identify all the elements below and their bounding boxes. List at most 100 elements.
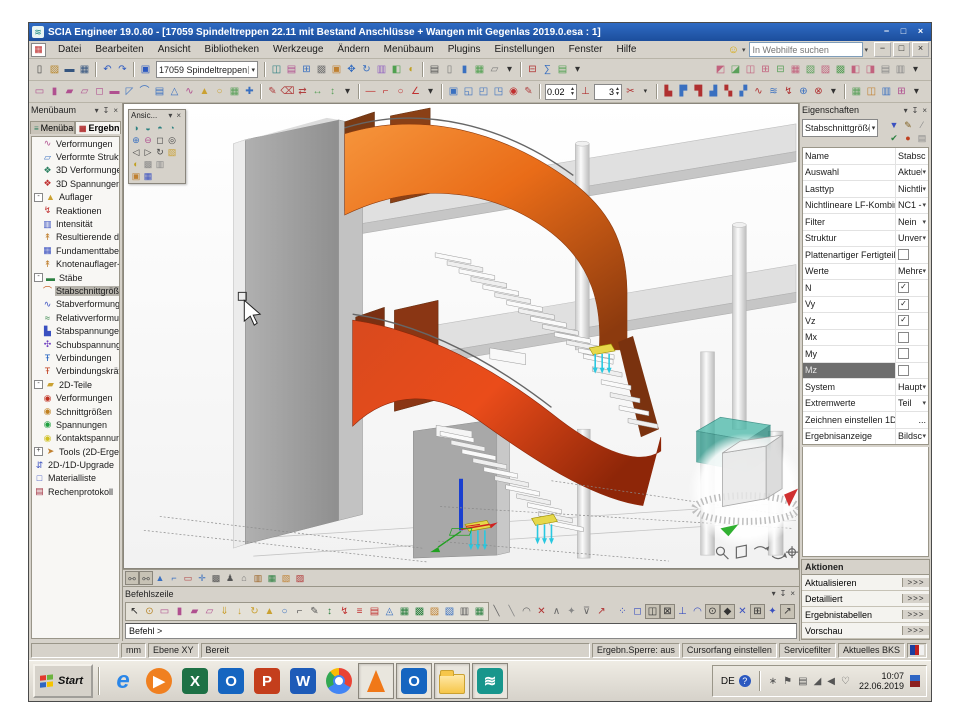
menu-plugins[interactable]: Plugins xyxy=(441,42,488,57)
result-filter-3-icon[interactable]: ◫ xyxy=(743,62,758,77)
line-icon[interactable]: — xyxy=(363,84,378,99)
apply-brush-icon[interactable]: ✔ xyxy=(887,132,901,145)
zoom-next-icon[interactable]: ▷ xyxy=(142,146,154,158)
snap-line-icon[interactable]: ╲ xyxy=(489,604,504,619)
property-row[interactable]: WerteMehrere Kom.▾ xyxy=(803,264,928,281)
property-value[interactable]: Stabschnittgr... xyxy=(896,151,928,161)
tree-item[interactable]: ↯Reaktionen xyxy=(32,204,119,217)
column-member-icon[interactable]: ▮ xyxy=(47,84,62,99)
rib-icon[interactable]: ▬ xyxy=(107,84,122,99)
tree-item[interactable]: ▱Verformte Struktur xyxy=(32,150,119,163)
result-filter-1-icon[interactable]: ◩ xyxy=(713,62,728,77)
mdi-document-icon[interactable]: ▦ xyxy=(31,43,46,57)
cut-icon[interactable]: ✂ xyxy=(623,84,638,99)
close-button[interactable]: × xyxy=(912,42,929,57)
webhelp-dropdown-icon[interactable]: ▾ xyxy=(864,46,868,54)
tree-item[interactable]: -▬Stäbe xyxy=(32,271,119,284)
slash-icon[interactable]: ⁄ xyxy=(915,119,929,132)
snap-ortho-icon[interactable]: ⊞ xyxy=(750,604,765,619)
tree-item[interactable]: ▤Rechenprotokoll xyxy=(32,485,119,498)
print-preview-icon[interactable]: ▯ xyxy=(442,62,457,77)
temp-load-icon[interactable]: ◬ xyxy=(382,604,397,619)
command-input[interactable] xyxy=(125,623,797,639)
property-value[interactable]: Unverformt▾ xyxy=(896,233,928,243)
gallery-cmd-icon[interactable]: ▦ xyxy=(472,604,487,619)
action-more-button[interactable]: >>> xyxy=(902,626,929,635)
property-row[interactable]: Nichtlineare LF-Kombina...NC1 - Y=1.0▾ xyxy=(803,198,928,215)
taskbar-outlook[interactable]: O xyxy=(214,664,248,698)
shadows-icon[interactable]: ♟ xyxy=(223,571,237,585)
snap-x-icon[interactable]: ✕ xyxy=(534,604,549,619)
result-n-icon[interactable]: ▙ xyxy=(661,84,676,99)
3d-viewport[interactable]: Ansic...▾× ◑◒◓◔⊕⊖◻◎◁▷↻▧◐▩▥▣▦ xyxy=(123,103,799,569)
draw-more-icon[interactable]: ▾ xyxy=(423,84,438,99)
menu-hilfe[interactable]: Hilfe xyxy=(609,42,643,57)
tree-item[interactable]: ⇵2D-/1D-Upgrade xyxy=(32,458,119,471)
property-row[interactable]: AuswahlAktuell▾ xyxy=(803,165,928,182)
member-check-icon[interactable]: ◫ xyxy=(864,84,879,99)
view-palette[interactable]: Ansic...▾× ◑◒◓◔⊕⊖◻◎◁▷↻▧◐▩▥▣▦ xyxy=(128,109,186,184)
tree-expand-icon[interactable]: - xyxy=(34,193,43,202)
line-load-icon[interactable]: ≡ xyxy=(352,604,367,619)
grid-snap-icon[interactable]: ✛ xyxy=(195,571,209,585)
menu-menübaum[interactable]: Menübaum xyxy=(377,42,441,57)
help-icon[interactable]: ? xyxy=(739,675,751,687)
render-fast-icon[interactable]: ▩ xyxy=(209,571,223,585)
action-detailliert[interactable]: Detailliert>>> xyxy=(802,591,929,607)
clipboard-tray-icon[interactable]: ▤ xyxy=(798,676,807,687)
polar-icon[interactable]: ✦ xyxy=(564,604,579,619)
minimize-button[interactable]: − xyxy=(879,26,894,39)
action-more-button[interactable]: >>> xyxy=(902,610,929,619)
view-window-4-icon[interactable]: ◳ xyxy=(491,84,506,99)
restore-button[interactable]: □ xyxy=(893,42,910,57)
modify-1-icon[interactable]: ✎ xyxy=(265,84,280,99)
auto-hide-pin-icon[interactable]: ↧ xyxy=(778,589,789,598)
tree-item[interactable]: ŦVerbindungskräfte xyxy=(32,365,119,378)
language-indicator[interactable]: DE xyxy=(721,676,735,687)
move-entities-icon[interactable]: ✥ xyxy=(344,62,359,77)
undo-icon[interactable]: ↶ xyxy=(100,62,115,77)
beam-icon[interactable]: ▭ xyxy=(32,84,47,99)
panel-menu-icon[interactable]: ▾ xyxy=(93,106,101,115)
labels-icon[interactable]: ▭ xyxy=(181,571,195,585)
light-settings-icon[interactable]: ◐ xyxy=(404,62,419,77)
snap-node-icon[interactable]: ◆ xyxy=(720,604,735,619)
snap-perp-icon[interactable]: ⊥ xyxy=(675,604,690,619)
result-my-icon[interactable]: ▚ xyxy=(721,84,736,99)
volumes-icon[interactable]: ▣ xyxy=(130,170,142,182)
support-node-icon[interactable]: ▲ xyxy=(197,84,212,99)
calc-cmd-icon[interactable]: ▩ xyxy=(412,604,427,619)
tree-item[interactable]: □Materialliste xyxy=(32,472,119,485)
check-steel-icon[interactable]: ▨ xyxy=(427,604,442,619)
snap-center-icon[interactable]: ⊙ xyxy=(705,604,720,619)
copy-attributes-icon[interactable]: ▣ xyxy=(329,62,344,77)
calc-more-icon[interactable]: ▾ xyxy=(570,62,585,77)
menu-bibliotheken[interactable]: Bibliotheken xyxy=(198,42,266,57)
tree-item[interactable]: ⌒Stabschnittgrößen xyxy=(32,284,119,297)
title-bar[interactable]: ≋ SCIA Engineer 19.0.60 - [17059 Spindel… xyxy=(29,23,931,41)
result-filter-7-icon[interactable]: ▧ xyxy=(803,62,818,77)
snap-grid-icon[interactable]: ⁘ xyxy=(615,604,630,619)
layers-prop-icon[interactable]: ▤ xyxy=(915,132,929,145)
result-more-icon[interactable]: ▾ xyxy=(826,84,841,99)
shading-icon[interactable]: ▩ xyxy=(142,158,154,170)
result-filter-12-icon[interactable]: ▤ xyxy=(878,62,893,77)
view-window-1-icon[interactable]: ▣ xyxy=(446,84,461,99)
print-more-icon[interactable]: ▾ xyxy=(502,62,517,77)
snap-endpoint-icon[interactable]: ◻ xyxy=(630,604,645,619)
link-1-icon[interactable]: ⚯ xyxy=(125,571,139,585)
axes-toggle-icon[interactable]: ⌐ xyxy=(167,571,181,585)
clip-box-icon[interactable]: ▧ xyxy=(166,146,178,158)
result-mx-icon[interactable]: ▟ xyxy=(706,84,721,99)
report-cmd-icon[interactable]: ▥ xyxy=(457,604,472,619)
result-stress-icon[interactable]: ≋ xyxy=(766,84,781,99)
property-row[interactable]: My xyxy=(803,346,928,363)
redo-icon[interactable]: ↷ xyxy=(115,62,130,77)
snap-nearest-icon[interactable]: ✕ xyxy=(735,604,750,619)
spin-more-icon[interactable]: ▾ xyxy=(638,84,653,99)
point-load-icon[interactable]: ↯ xyxy=(337,604,352,619)
mdi-window-controls[interactable]: −□× xyxy=(872,42,929,57)
property-value[interactable]: Nichtlineare L.▾ xyxy=(896,184,928,194)
snap-intersect-icon[interactable]: ⊠ xyxy=(660,604,675,619)
menu-datei[interactable]: Datei xyxy=(51,42,88,57)
